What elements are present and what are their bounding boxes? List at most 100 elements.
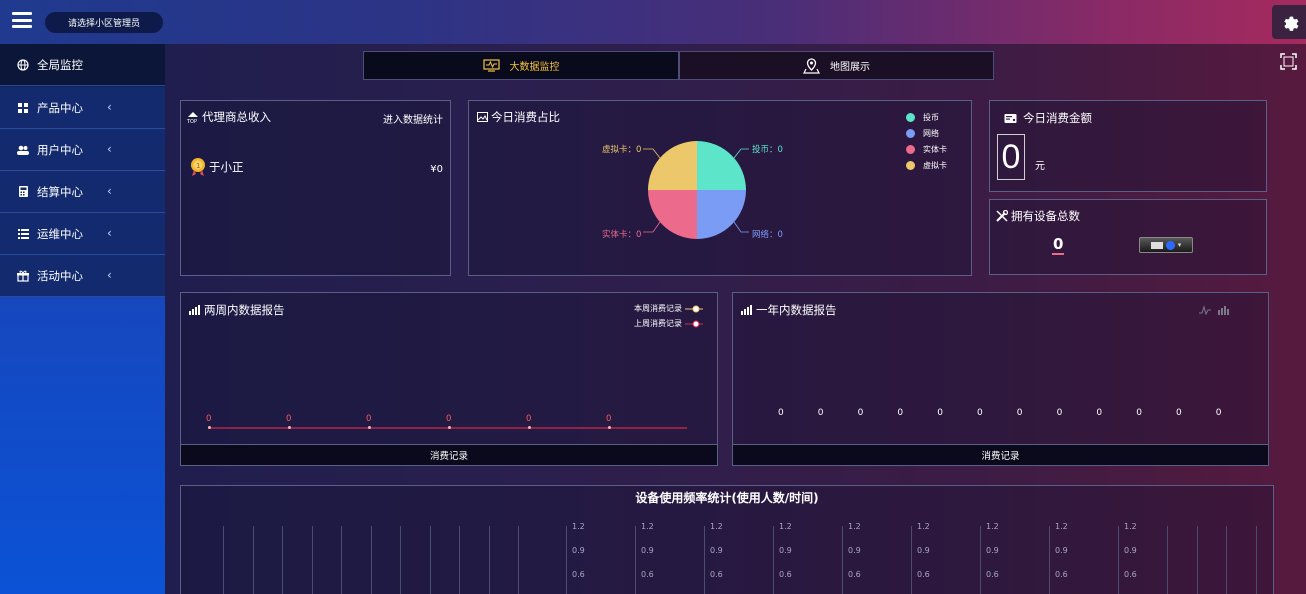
sidebar-item-user[interactable]: 用户中心 ‹	[0, 129, 165, 171]
sidebar-item-settlement[interactable]: 结算中心 ‹	[0, 171, 165, 213]
data-label: 0	[526, 414, 532, 424]
data-label: 0	[778, 408, 784, 418]
agent-name: 于小正	[209, 160, 244, 174]
tick-label: 1.2	[848, 522, 861, 531]
chevron-left-icon: ‹	[107, 142, 112, 156]
data-label: 0	[857, 408, 864, 418]
pie-label-coin: 投币：0	[752, 145, 783, 155]
line-chart-toggle-icon[interactable]	[1199, 305, 1211, 318]
top-bar: 请选择小区管理员	[0, 0, 1306, 44]
keyboard-icon	[1150, 241, 1163, 249]
device-widget-button[interactable]: ▾	[1139, 237, 1193, 253]
pie-label-card: 实体卡：0	[602, 230, 642, 240]
data-point[interactable]	[367, 426, 371, 429]
grid-line	[312, 526, 313, 594]
fullscreen-button[interactable]	[1280, 53, 1297, 70]
legend-dot	[906, 161, 915, 170]
device-total-value: 0	[1052, 235, 1065, 255]
sidebar-item-label: 运维中心	[37, 226, 83, 241]
legend-label: 虚拟卡	[923, 161, 947, 170]
data-label: 0	[977, 408, 983, 418]
data-point[interactable]	[207, 426, 211, 429]
sidebar-item-label: 全局监控	[37, 57, 83, 72]
legend-card[interactable]: 实体卡	[906, 144, 947, 155]
pie-slice-coin[interactable]	[697, 141, 746, 190]
dropdown-icon: ▾	[1177, 241, 1182, 249]
panel-title: 今日消费金额	[1023, 111, 1092, 125]
grid-line	[704, 526, 705, 594]
panel-title: 一年内数据报告	[756, 303, 837, 317]
settings-button[interactable]	[1272, 5, 1306, 39]
data-label: 0	[286, 414, 292, 424]
list-icon	[16, 227, 30, 241]
svg-text:TOP: TOP	[187, 119, 197, 123]
consumption-share-panel: 今日消费占比 投币：0 网络：0 实体卡：0 虚拟卡：0 投币 网络 实体卡 虚…	[468, 100, 972, 276]
grid-line	[282, 526, 283, 594]
agent-row: 1 于小正	[189, 157, 244, 177]
data-point[interactable]	[527, 426, 531, 429]
legend-coin[interactable]: 投币	[906, 112, 939, 123]
tools-icon	[996, 210, 1008, 222]
enter-data-stats-link[interactable]: 进入数据统计	[383, 111, 443, 126]
label-line-virtual	[643, 148, 661, 159]
pie-slice-card[interactable]	[648, 190, 697, 239]
data-label: 0	[1176, 408, 1182, 418]
pie-chart	[643, 141, 749, 239]
legend-label: 网络	[923, 129, 939, 138]
menu-toggle-icon[interactable]	[12, 12, 32, 28]
sidebar-item-activity[interactable]: 活动中心 ‹	[0, 255, 165, 297]
community-select[interactable]: 请选择小区管理员	[45, 12, 163, 33]
grid-line	[341, 526, 342, 594]
two-week-report-panel: 两周内数据报告 本周消费记录 上周消费记录 000000 消费记录	[180, 292, 718, 466]
grid-line	[518, 526, 519, 594]
pie-slice-net[interactable]	[697, 190, 746, 239]
data-label: 0	[1215, 408, 1222, 418]
fullscreen-icon	[1280, 53, 1297, 70]
tick-label: 0.6	[1055, 570, 1068, 579]
grid-line	[1049, 526, 1050, 594]
tick-label: 1.2	[572, 522, 585, 531]
pie-slice-virtual[interactable]	[648, 141, 697, 190]
tick-label: 0.6	[917, 570, 930, 579]
data-label: 0	[897, 408, 904, 418]
top-rank-icon: TOP	[187, 111, 199, 123]
bar-chart-toggle-icon[interactable]	[1218, 305, 1230, 318]
tick-label: 1.2	[710, 522, 723, 531]
sidebar-item-label: 用户中心	[37, 142, 83, 157]
legend-virtual[interactable]: 虚拟卡	[906, 160, 947, 171]
agent-amount: ¥0	[430, 164, 443, 175]
grid-line	[459, 526, 460, 594]
tab-label: 地图展示	[830, 62, 870, 73]
gift-icon	[16, 269, 30, 283]
tick-label: 0.9	[572, 546, 585, 555]
agent-income-panel: TOP 代理商总收入 进入数据统计 1 于小正 ¥0	[180, 100, 451, 276]
grid-line	[980, 526, 981, 594]
legend-net[interactable]: 网络	[906, 128, 939, 139]
grid-icon	[16, 101, 30, 115]
grid-line	[566, 526, 567, 594]
label-line-net	[733, 221, 749, 233]
chevron-left-icon: ‹	[107, 268, 112, 282]
legend-dot	[906, 145, 915, 154]
map-pin-icon	[803, 57, 820, 74]
tick-label: 1.2	[917, 522, 930, 531]
tick-label: 0.9	[779, 546, 792, 555]
consumption-record-button[interactable]: 消费记录	[181, 444, 717, 465]
data-point[interactable]	[287, 426, 291, 429]
data-point[interactable]	[447, 426, 451, 429]
sidebar-item-operations[interactable]: 运维中心 ‹	[0, 213, 165, 255]
tick-label: 0.9	[710, 546, 723, 555]
chevron-left-icon: ‹	[107, 226, 112, 240]
calculator-icon	[16, 185, 30, 199]
help-icon	[1165, 240, 1175, 250]
sidebar-item-product[interactable]: 产品中心 ‹	[0, 87, 165, 129]
consumption-record-button[interactable]: 消费记录	[733, 444, 1268, 465]
tab-map-display[interactable]: 地图展示	[679, 51, 994, 80]
data-label: 0	[1096, 408, 1103, 418]
legend-dot	[906, 113, 915, 122]
tick-label: 1.2	[641, 522, 654, 531]
sidebar-item-global-monitor[interactable]: 全局监控	[0, 44, 165, 86]
tick-label: 0.6	[572, 570, 585, 579]
tab-big-data-monitor[interactable]: 大数据监控	[363, 51, 679, 80]
data-point[interactable]	[607, 426, 611, 429]
